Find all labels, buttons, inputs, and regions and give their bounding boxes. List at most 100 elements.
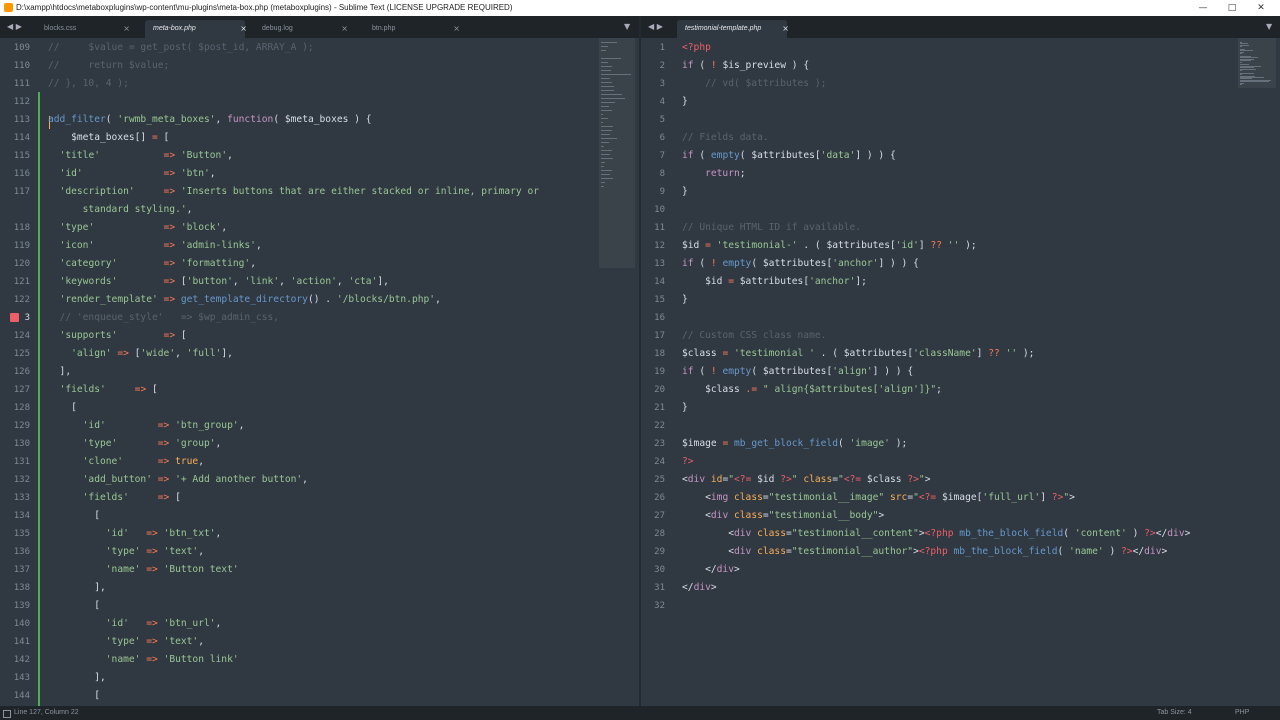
code-line[interactable]: 129 'id' => 'btn_group',: [0, 417, 595, 435]
code-line[interactable]: 13 if ( ! empty( $attributes['anchor'] ) …: [641, 255, 1236, 273]
code-line[interactable]: 133 'fields' => [: [0, 489, 595, 507]
panel-toggle-icon[interactable]: [3, 710, 11, 718]
code-line[interactable]: 9}: [641, 183, 1236, 201]
code-line[interactable]: 3 // 'enqueue_style' => $wp_admin_css,: [0, 309, 595, 327]
code-line[interactable]: 132 'add_button' => '+ Add another butto…: [0, 471, 595, 489]
code-line[interactable]: 128 [: [0, 399, 595, 417]
code-line[interactable]: 110 // return $value;: [0, 57, 595, 75]
close-icon[interactable]: ✕: [1247, 0, 1275, 16]
code-line[interactable]: 2 if ( ! $is_preview ) {: [641, 57, 1236, 75]
code-line[interactable]: 10: [641, 201, 1236, 219]
code-line[interactable]: 114 $meta_boxes[] = [: [0, 129, 595, 147]
code-line[interactable]: 27 <div class="testimonial__body">: [641, 507, 1236, 525]
left-editor-pane[interactable]: 109 // $value = get_post( $post_id, ARRAY…: [0, 38, 639, 706]
left-minimap[interactable]: [599, 38, 635, 298]
maximize-icon[interactable]: □: [1218, 0, 1246, 16]
code-line[interactable]: 117 'description' => 'Inserts buttons th…: [0, 183, 595, 201]
code-line[interactable]: 31 </div>: [641, 579, 1236, 597]
code-line[interactable]: 16: [641, 309, 1236, 327]
code-line[interactable]: 12 $id = 'testimonial-' . ( $attributes['…: [641, 237, 1236, 255]
code-line[interactable]: 3 // vd( $attributes );: [641, 75, 1236, 93]
code-line[interactable]: 113 add_filter( 'rwmb_meta_boxes', functi…: [0, 111, 595, 129]
code-line[interactable]: 109 // $value = get_post( $post_id, ARRAY…: [0, 39, 595, 57]
code-line[interactable]: 6 // Fields data.: [641, 129, 1236, 147]
code-line[interactable]: 26 <img class="testimonial__image" src="…: [641, 489, 1236, 507]
breakpoint-marker[interactable]: [10, 313, 19, 322]
tab-close-icon[interactable]: ×: [453, 20, 460, 38]
code-line[interactable]: 144 [: [0, 687, 595, 705]
line-number: 142: [13, 655, 30, 665]
code-line[interactable]: 139 [: [0, 597, 595, 615]
code-line[interactable]: 7 if ( empty( $attributes['data'] ) ) {: [641, 147, 1236, 165]
code-line[interactable]: 32: [641, 597, 1236, 615]
tab-btn-php[interactable]: btn.php ×: [372, 20, 460, 38]
code-line[interactable]: 29 <div class="testimonial__author"><?ph…: [641, 543, 1236, 561]
right-editor-pane[interactable]: 1 <?php 2 if ( ! $is_preview ) {3 // vd( $a…: [641, 38, 1280, 706]
code-line[interactable]: 15}: [641, 291, 1236, 309]
code-line[interactable]: 141 'type' => 'text',: [0, 633, 595, 651]
tab-size[interactable]: Tab Size: 4: [1157, 706, 1192, 720]
code-line[interactable]: 18 $class = 'testimonial ' . ( $attribute…: [641, 345, 1236, 363]
tab-dropdown-icon[interactable]: ▼: [624, 16, 630, 38]
tab-close-icon[interactable]: ×: [240, 20, 247, 38]
syntax-mode[interactable]: PHP: [1235, 706, 1249, 720]
code-line[interactable]: 20 $class .= " align{$attributes['align'…: [641, 381, 1236, 399]
code-line[interactable]: 17 // Custom CSS class name.: [641, 327, 1236, 345]
code-line[interactable]: 4}: [641, 93, 1236, 111]
code-line[interactable]: 112: [0, 93, 595, 111]
code-line[interactable]: 138 ],: [0, 579, 595, 597]
code-line[interactable]: 124 'supports' => [: [0, 327, 595, 345]
code-token: class: [734, 492, 763, 503]
code-line[interactable]: 127 'fields' => [: [0, 381, 595, 399]
tab-testimonial-template-php[interactable]: testimonial-template.php ×: [677, 20, 789, 38]
code-line[interactable]: 115 'title' => 'Button',: [0, 147, 595, 165]
tab-close-icon[interactable]: ×: [341, 20, 348, 38]
code-line[interactable]: 136 'type' => 'text',: [0, 543, 595, 561]
code-line[interactable]: 19 if ( ! empty( $attributes['align'] ) )…: [641, 363, 1236, 381]
tab-close-icon[interactable]: ×: [782, 20, 789, 38]
code-line[interactable]: 14 $id = $attributes['anchor'];: [641, 273, 1236, 291]
code-line[interactable]: 22: [641, 417, 1236, 435]
minimap-line: [1240, 81, 1270, 83]
code-line[interactable]: 11 // Unique HTML ID if available.: [641, 219, 1236, 237]
minimap-viewport[interactable]: [599, 38, 635, 268]
code-line[interactable]: 131 'clone' => true,: [0, 453, 595, 471]
minimize-icon[interactable]: —: [1189, 0, 1217, 16]
code-line[interactable]: 116 'id' => 'btn',: [0, 165, 595, 183]
code-line[interactable]: 5: [641, 111, 1236, 129]
tab-nav-arrows-icon[interactable]: ◀ ▶: [648, 16, 663, 38]
tab-blocks-css[interactable]: blocks.css ×: [44, 20, 130, 38]
code-line[interactable]: 122 'render_template' => get_template_di…: [0, 291, 595, 309]
code-line[interactable]: 143 ],: [0, 669, 595, 687]
code-line[interactable]: 23 $image = mb_get_block_field( 'image' )…: [641, 435, 1236, 453]
code-line[interactable]: 28 <div class="testimonial__content"><?p…: [641, 525, 1236, 543]
code-line[interactable]: 111 // }, 10, 4 );: [0, 75, 595, 93]
minimap-line: [601, 102, 615, 103]
code-line[interactable]: 121 'keywords' => ['button', 'link', 'ac…: [0, 273, 595, 291]
code-line[interactable]: 142 'name' => 'Button link': [0, 651, 595, 669]
code-line[interactable]: 21}: [641, 399, 1236, 417]
code-line[interactable]: 120 'category' => 'formatting',: [0, 255, 595, 273]
code-line[interactable]: 118 'type' => 'block',: [0, 219, 595, 237]
code-line[interactable]: 119 'icon' => 'admin-links',: [0, 237, 595, 255]
code-token: ??: [988, 348, 1000, 359]
code-line[interactable]: 8 return;: [641, 165, 1236, 183]
code-line[interactable]: 140 'id' => 'btn_url',: [0, 615, 595, 633]
tab-dropdown-icon[interactable]: ▼: [1266, 16, 1272, 38]
tab-meta-box-php[interactable]: meta-box.php ×: [145, 20, 247, 38]
code-line[interactable]: 25 <div id="<?= $id ?>" class="<?= $class…: [641, 471, 1236, 489]
code-line[interactable]: 130 'type' => 'group',: [0, 435, 595, 453]
tab-debug-log[interactable]: debug.log ×: [262, 20, 348, 38]
code-line[interactable]: 135 'id' => 'btn_txt',: [0, 525, 595, 543]
code-line[interactable]: 137 'name' => 'Button text': [0, 561, 595, 579]
code-line[interactable]: 134 [: [0, 507, 595, 525]
code-line[interactable]: 30 </div>: [641, 561, 1236, 579]
tab-nav-arrows-icon[interactable]: ◀ ▶: [7, 16, 22, 38]
code-line[interactable]: 126 ],: [0, 363, 595, 381]
code-line[interactable]: 125 'align' => ['wide', 'full'],: [0, 345, 595, 363]
code-line[interactable]: standard styling.',: [0, 201, 595, 219]
code-line[interactable]: 1 <?php: [641, 39, 1236, 57]
right-minimap[interactable]: [1238, 38, 1276, 88]
code-line[interactable]: 24 ?>: [641, 453, 1236, 471]
tab-close-icon[interactable]: ×: [123, 20, 130, 38]
